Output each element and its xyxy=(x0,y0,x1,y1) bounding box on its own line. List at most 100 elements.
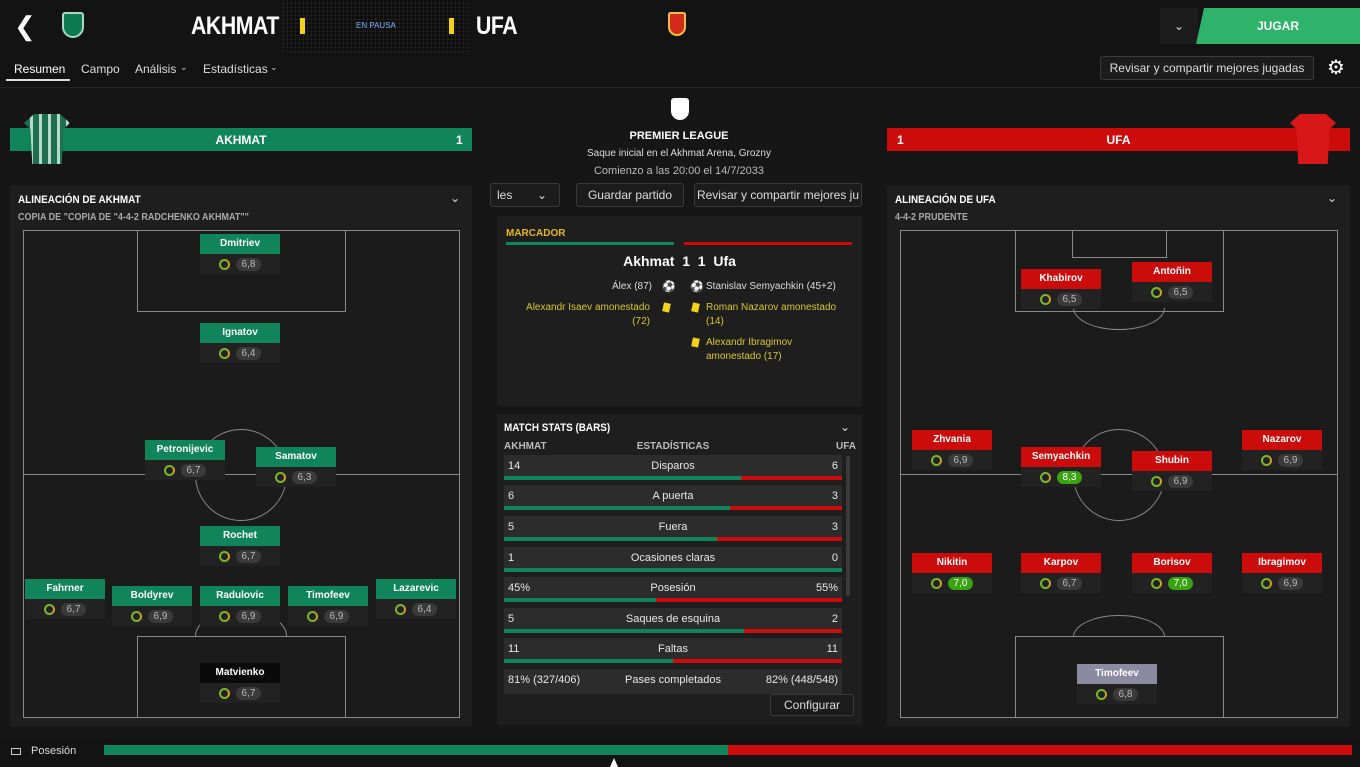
league-name: PREMIER LEAGUE xyxy=(629,130,729,142)
configure-button[interactable]: Configurar xyxy=(770,694,854,716)
player-chip[interactable]: Karpov 6,7 xyxy=(1021,553,1101,593)
chevron-down-icon[interactable]: ⌄ xyxy=(1327,191,1337,205)
away-score-bar xyxy=(684,242,852,245)
rating-ring-icon xyxy=(1095,688,1107,700)
player-chip[interactable]: Boldyrev 6,9 xyxy=(112,586,192,626)
akhmat-crest-icon xyxy=(62,12,84,38)
tab-campo[interactable]: Campo xyxy=(81,62,120,76)
player-rating: 6,8 xyxy=(1112,687,1139,701)
player-name: Nikitin xyxy=(912,553,992,573)
rating-ring-icon xyxy=(163,464,175,476)
player-name: Samatov xyxy=(256,447,336,467)
player-rating-row: 7,0 xyxy=(912,573,992,593)
review-button-mid[interactable]: Revisar y compartir mejores ju xyxy=(694,183,862,207)
rating-ring-icon xyxy=(1150,286,1162,298)
player-chip[interactable]: Dmitriev 6,8 xyxy=(200,234,280,274)
tab-resumen[interactable]: Resumen xyxy=(14,62,65,76)
player-chip[interactable]: Petronijevic 6,7 xyxy=(145,440,225,480)
stat-away-value: 0 xyxy=(831,552,838,564)
possession-icon xyxy=(11,748,21,755)
stat-bar xyxy=(504,506,842,510)
player-chip[interactable]: Ignatov 6,4 xyxy=(200,323,280,363)
player-name: Timofeev xyxy=(1077,664,1157,684)
stat-label: Posesión xyxy=(650,582,696,594)
home-banner-score: 1 xyxy=(456,133,463,147)
home-team-name: AKHMAT xyxy=(191,12,279,40)
player-chip[interactable]: Khabirov 6,5 xyxy=(1021,269,1101,309)
stat-away-value: 3 xyxy=(831,490,838,502)
chevron-down-icon[interactable]: ⌄ xyxy=(840,420,850,434)
stat-bar-away xyxy=(743,629,842,633)
player-chip[interactable]: Timofeev 6,8 xyxy=(1077,664,1157,704)
review-highlights-button[interactable]: Revisar y compartir mejores jugadas xyxy=(1100,56,1314,80)
away-yellow-marker xyxy=(449,18,454,34)
home-yellow-marker xyxy=(300,18,305,34)
player-rating: 6,7 xyxy=(60,602,87,616)
player-name: Khabirov xyxy=(1021,269,1101,289)
stat-bar xyxy=(504,568,842,572)
back-arrow-icon[interactable]: ❮ xyxy=(14,12,36,40)
scoreboard-title: MARCADOR xyxy=(506,228,566,239)
player-name: Karpov xyxy=(1021,553,1101,573)
home-goal-event: Álex (87) xyxy=(611,281,652,292)
view-dropdown[interactable]: les ⌄ xyxy=(490,183,560,207)
stats-scrollbar[interactable] xyxy=(846,456,850,596)
player-chip[interactable]: Ibragimov 6,9 xyxy=(1242,553,1322,593)
player-chip[interactable]: Matvienko 6,7 xyxy=(200,663,280,703)
player-name: Timofeev xyxy=(288,586,368,606)
stat-bar-away xyxy=(716,537,842,541)
gear-icon[interactable]: ⚙ xyxy=(1324,56,1348,80)
stat-row: 11 Faltas 11 xyxy=(504,638,842,663)
player-rating: 6,9 xyxy=(323,609,350,623)
player-chip[interactable]: Rochet 6,7 xyxy=(200,526,280,566)
stat-label: Ocasiones claras xyxy=(630,552,716,564)
ball-icon: ⚽ xyxy=(662,281,676,293)
stat-bar-home xyxy=(504,506,731,510)
kickoff-info: Saque inicial en el Akhmat Arena, Grozny xyxy=(587,148,771,159)
player-chip[interactable]: Fahrner 6,7 xyxy=(25,579,105,619)
player-rating-row: 6,7 xyxy=(200,546,280,566)
player-chip[interactable]: Borisov 7,0 xyxy=(1132,553,1212,593)
home-formation: COPIA DE "COPIA DE "4-4-2 RADCHENKO AKHM… xyxy=(18,212,249,223)
player-chip[interactable]: Nazarov 6,9 xyxy=(1242,430,1322,470)
player-rating: 6,9 xyxy=(235,609,262,623)
rating-ring-icon xyxy=(274,471,286,483)
tab-analisis[interactable]: Análisis xyxy=(135,62,176,76)
player-rating: 6,7 xyxy=(1056,576,1083,590)
player-rating: 7,0 xyxy=(1167,576,1194,590)
rating-ring-icon xyxy=(1150,577,1162,589)
player-chip[interactable]: Antoñin 6,5 xyxy=(1132,262,1212,302)
away-banner-score: 1 xyxy=(897,133,904,147)
save-match-button[interactable]: Guardar partido xyxy=(576,183,684,207)
rating-ring-icon xyxy=(218,550,230,562)
possession-track xyxy=(104,745,1352,755)
tab-estadisticas[interactable]: Estadísticas xyxy=(203,62,268,76)
player-name: Petronijevic xyxy=(145,440,225,460)
player-chip[interactable]: Lazarevic 6,4 xyxy=(376,579,456,619)
rating-ring-icon xyxy=(218,610,230,622)
player-rating-row: 6,8 xyxy=(1077,684,1157,704)
player-chip[interactable]: Radulovic 6,9 xyxy=(200,586,280,626)
stat-away-value: 55% xyxy=(815,582,838,594)
cursor-icon xyxy=(610,758,618,767)
rating-ring-icon xyxy=(1150,475,1162,487)
player-rating: 6,3 xyxy=(291,470,318,484)
player-rating: 6,9 xyxy=(1167,474,1194,488)
player-chip[interactable]: Timofeev 6,9 xyxy=(288,586,368,626)
player-chip[interactable]: Semyachkin 8,3 xyxy=(1021,447,1101,487)
chevron-down-icon[interactable]: ⌄ xyxy=(450,191,460,205)
player-chip[interactable]: Shubin 6,9 xyxy=(1132,451,1212,491)
player-chip[interactable]: Nikitin 7,0 xyxy=(912,553,992,593)
player-chip[interactable]: Samatov 6,3 xyxy=(256,447,336,487)
player-chip[interactable]: Zhvania 6,9 xyxy=(912,430,992,470)
rating-ring-icon xyxy=(394,603,406,615)
chevron-down-icon: ⌄ xyxy=(270,62,278,72)
player-name: Antoñin xyxy=(1132,262,1212,282)
home-lineup-title: ALINEACIÓN DE AKHMAT xyxy=(18,194,141,206)
chevron-down-icon[interactable]: ⌄ xyxy=(1160,8,1198,44)
stat-bar xyxy=(504,598,842,602)
play-button[interactable]: JUGAR xyxy=(1196,8,1360,44)
player-name: Fahrner xyxy=(25,579,105,599)
stat-away-value: 82% (448/548) xyxy=(765,674,838,686)
rating-ring-icon xyxy=(218,258,230,270)
